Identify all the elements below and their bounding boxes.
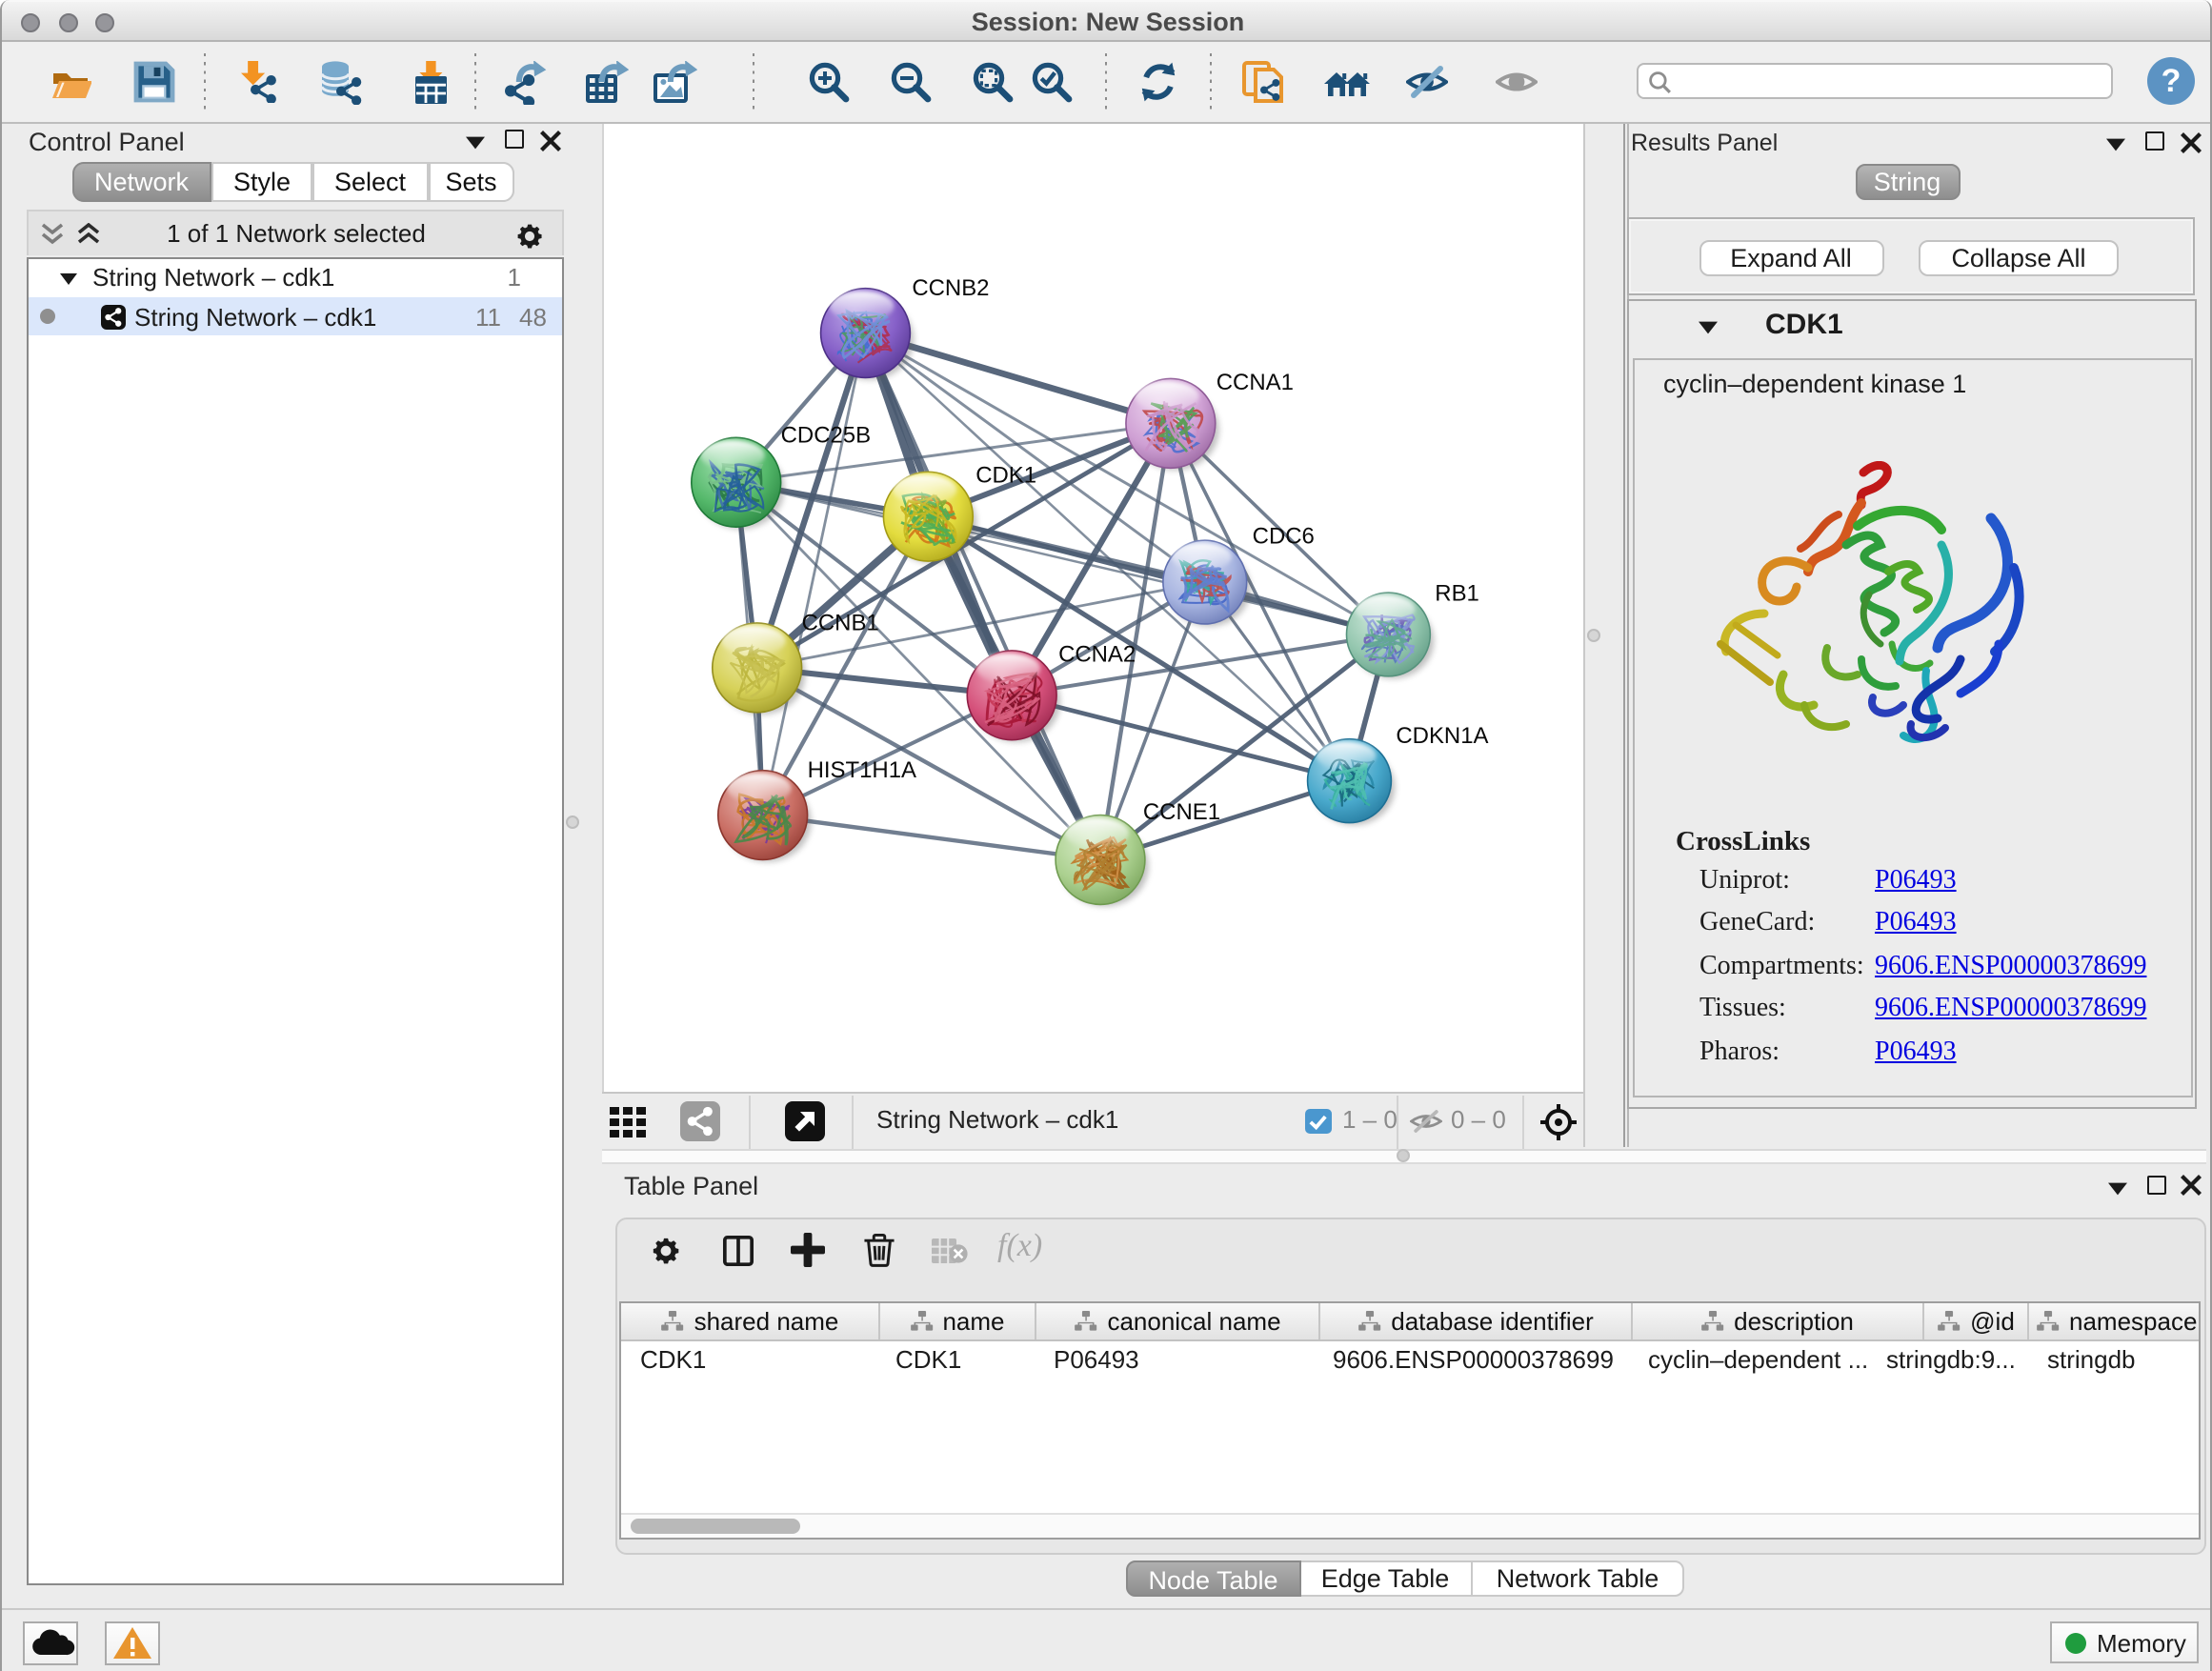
svg-text:CDC6: CDC6 <box>1252 524 1314 550</box>
svg-text:CDKN1A: CDKN1A <box>1395 723 1487 749</box>
svg-text:CCNA2: CCNA2 <box>1057 641 1135 667</box>
svg-text:CCNB2: CCNB2 <box>911 275 988 301</box>
svg-text:CCNA1: CCNA1 <box>1216 370 1293 395</box>
svg-text:CDK1: CDK1 <box>975 463 1036 489</box>
svg-text:HIST1H1A: HIST1H1A <box>807 757 915 783</box>
svg-text:CDC25B: CDC25B <box>780 423 870 449</box>
svg-text:RB1: RB1 <box>1434 580 1478 606</box>
svg-text:CCNB1: CCNB1 <box>801 610 878 635</box>
svg-text:CCNE1: CCNE1 <box>1142 799 1219 825</box>
